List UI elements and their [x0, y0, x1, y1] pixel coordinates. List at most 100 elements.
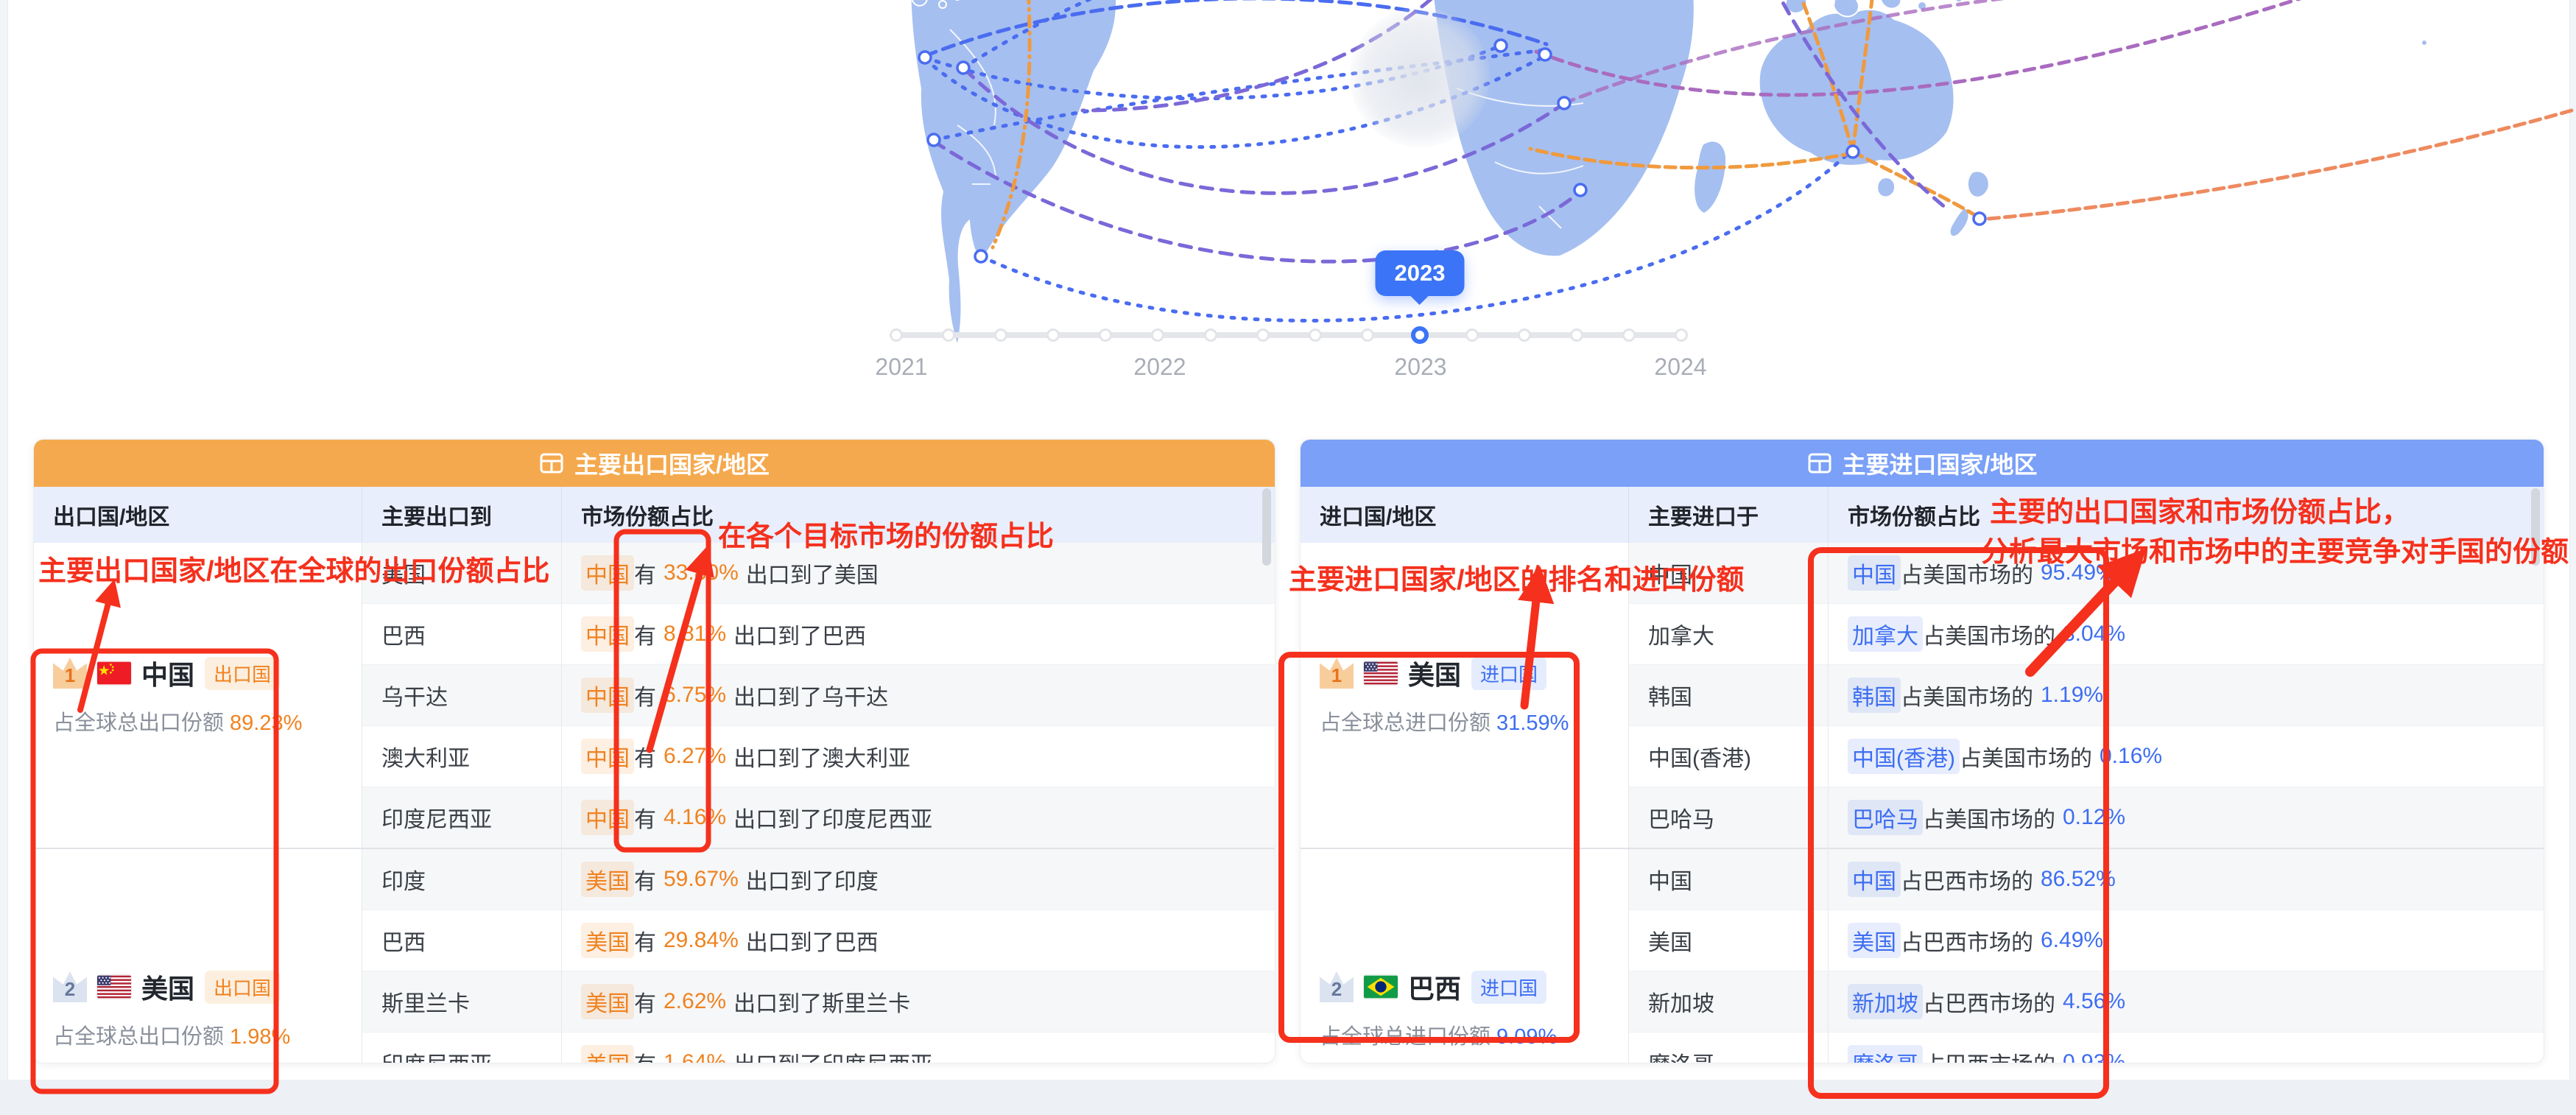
table-row: 巴西 美国有29.84%出口到了巴西	[362, 910, 1275, 971]
destination-cell: 巴西	[362, 618, 561, 650]
import-table-title: 主要进口国家/地区	[1843, 446, 2038, 480]
export-table-panel: 主要出口国家/地区 出口国/地区 主要出口到 市场份额占比 1 中国 出口国 占…	[33, 439, 1275, 1063]
table-icon	[539, 451, 564, 476]
share-cell: 中国有33.80%出口到了美国	[561, 543, 1275, 603]
destination-cell: 乌干达	[362, 679, 561, 711]
timeline-dot[interactable]	[1518, 328, 1531, 342]
column-header: 主要出口到	[362, 487, 561, 543]
country-chip: 中国	[1848, 555, 1901, 591]
country-chip: 摩洛哥	[1848, 1045, 1923, 1063]
country-chip: 中国(香港)	[1848, 739, 1960, 774]
import-columns-header: 进口国/地区 主要进口于 市场份额占比	[1301, 487, 2544, 543]
timeline-dot[interactable]	[1465, 328, 1479, 342]
timeline-dot[interactable]	[1151, 328, 1164, 342]
destination-cell: 巴西	[362, 924, 561, 957]
share-cell: 新加坡占巴西市场的4.56%	[1828, 971, 2544, 1032]
source-cell: 新加坡	[1629, 985, 1828, 1018]
export-columns-header: 出口国/地区 主要出口到 市场份额占比	[34, 487, 1275, 543]
country-chip: 中国	[581, 616, 634, 652]
flag-usa-icon	[97, 975, 131, 999]
exporter-tag: 出口国	[205, 971, 280, 1004]
share-cell: 中国有4.16%出口到了印度尼西亚	[561, 787, 1275, 848]
timeline-dot[interactable]	[994, 328, 1007, 342]
share-cell: 中国有6.75%出口到了乌干达	[561, 665, 1275, 725]
table-row: 巴西 中国有8.81%出口到了巴西	[362, 603, 1275, 664]
destination-cell: 印度	[362, 863, 561, 896]
timeline-dot[interactable]	[1099, 328, 1112, 342]
share-cell: 美国有59.67%出口到了印度	[561, 849, 1275, 910]
timeline-dot[interactable]	[1309, 328, 1322, 342]
share-cell: 韩国占美国市场的1.19%	[1828, 665, 2544, 725]
year-timeline: 2023 2021 2022 2023 2024	[0, 236, 2576, 398]
importer-card-brazil: 2 巴西 进口国 占全球总进口份额9.09%	[1301, 849, 1629, 1063]
table-row: 印度尼西亚 中国有4.16%出口到了印度尼西亚	[362, 787, 1275, 848]
importer-tag: 进口国	[1471, 971, 1546, 1004]
global-share-line: 占全球总出口份额89.23%	[53, 706, 362, 736]
export-table-title: 主要出口国家/地区	[574, 446, 770, 480]
share-cell: 美国有29.84%出口到了巴西	[561, 910, 1275, 971]
country-chip: 美国	[581, 923, 634, 958]
importer-tag: 进口国	[1471, 657, 1546, 690]
importer-card-usa: 1 美国 进口国 占全球总进口份额31.59%	[1301, 543, 1629, 848]
timeline-dot[interactable]	[1046, 328, 1060, 342]
year-label: 2021	[875, 354, 927, 381]
exporter-card-china: 1 中国 出口国 占全球总出口份额89.23%	[34, 543, 362, 848]
timeline-dot[interactable]	[1622, 328, 1636, 342]
share-label: 占全球总出口份额	[53, 711, 224, 735]
timeline-dot-active[interactable]	[1411, 326, 1429, 344]
table-row: 中国 中国占美国市场的95.49%	[1629, 543, 2544, 603]
country-chip: 美国	[581, 984, 634, 1019]
country-chip: 韩国	[1848, 678, 1901, 713]
source-cell: 巴哈马	[1629, 801, 1828, 834]
share-cell: 中国占巴西市场的86.52%	[1828, 849, 2544, 910]
country-chip: 中国	[581, 555, 634, 591]
timeline-dot[interactable]	[1570, 328, 1583, 342]
timeline-dot[interactable]	[942, 328, 955, 342]
import-table-body: 1 美国 进口国 占全球总进口份额31.59% 中国 中国占美国市场的95.49…	[1301, 543, 2544, 1063]
importer-group-usa: 1 美国 进口国 占全球总进口份额31.59% 中国 中国占美国市场的95.49…	[1301, 543, 2544, 848]
share-label: 占全球总出口份额	[53, 1025, 224, 1049]
source-cell: 中国	[1629, 557, 1828, 589]
share-cell: 美国占巴西市场的6.49%	[1828, 910, 2544, 971]
timeline-dot[interactable]	[890, 328, 903, 342]
year-label: 2022	[1133, 354, 1186, 381]
importer-group-brazil: 2 巴西 进口国 占全球总进口份额9.09% 中国 中国占巴西市场的86.52%	[1301, 848, 2544, 1063]
share-value: 1.98%	[230, 1025, 290, 1049]
scrollbar-thumb[interactable]	[1262, 488, 1271, 566]
table-row: 印度尼西亚 美国有1.64%出口到了印度尼西亚	[362, 1032, 1275, 1063]
source-cell: 中国	[1629, 863, 1828, 896]
share-value: 9.09%	[1496, 1025, 1557, 1049]
table-row: 斯里兰卡 美国有2.62%出口到了斯里兰卡	[362, 971, 1275, 1032]
share-cell: 摩洛哥占巴西市场的0.93%	[1828, 1033, 2544, 1063]
rank-2-crown-badge: 2	[1320, 971, 1354, 1002]
country-name: 美国	[1408, 654, 1461, 692]
rank-1-crown-badge: 1	[1320, 658, 1354, 689]
exporter-group-usa: 2 美国 出口国 占全球总出口份额1.98% 印度 美国有59.67%出口到了印…	[34, 848, 1275, 1063]
year-label: 2024	[1654, 354, 1706, 381]
column-header: 市场份额占比	[1828, 487, 2544, 543]
table-row: 韩国 韩国占美国市场的1.19%	[1629, 664, 2544, 725]
scrollbar-thumb[interactable]	[2531, 488, 2540, 566]
country-chip: 美国	[581, 862, 634, 897]
global-share-line: 占全球总出口份额1.98%	[53, 1019, 362, 1050]
destination-cell: 斯里兰卡	[362, 985, 561, 1018]
timeline-dot[interactable]	[1256, 328, 1270, 342]
country-name: 美国	[141, 968, 194, 1006]
year-tooltip: 2023	[1376, 250, 1465, 296]
timeline-dot[interactable]	[1204, 328, 1217, 342]
country-chip: 加拿大	[1848, 616, 1923, 652]
flag-brazil-icon	[1364, 975, 1398, 999]
country-chip: 美国	[1848, 923, 1901, 958]
share-cell: 美国有1.64%出口到了印度尼西亚	[561, 1033, 1275, 1063]
country-chip: 新加坡	[1848, 984, 1923, 1019]
exporter-tag: 出口国	[205, 657, 280, 690]
column-header: 主要进口于	[1629, 487, 1828, 543]
destination-cell: 澳大利亚	[362, 740, 561, 773]
share-cell: 美国有2.62%出口到了斯里兰卡	[561, 971, 1275, 1032]
timeline-dot[interactable]	[1675, 328, 1688, 342]
page: 2023 2021 2022 2023 2024 主要出口国家/地区 出口国/地…	[0, 0, 2576, 1115]
timeline-track[interactable]	[896, 332, 1681, 338]
timeline-dot[interactable]	[1361, 328, 1374, 342]
source-cell: 韩国	[1629, 679, 1828, 711]
source-cell: 加拿大	[1629, 618, 1828, 650]
